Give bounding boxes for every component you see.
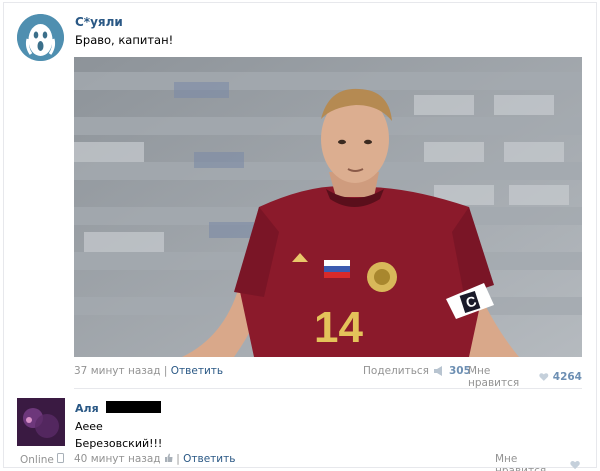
share-label: Поделиться bbox=[363, 365, 429, 377]
post-photo[interactable]: C 14 bbox=[74, 57, 582, 357]
post-reply-button[interactable]: Ответить bbox=[171, 365, 223, 377]
post-author-name[interactable]: С*уяли bbox=[75, 15, 123, 29]
comment-author-avatar[interactable] bbox=[17, 398, 65, 446]
redacted-surname bbox=[106, 401, 161, 413]
like-label: Мне нравится bbox=[468, 365, 520, 389]
comment-text-line-1: Аеее bbox=[75, 420, 103, 433]
jersey-number: 14 bbox=[314, 303, 363, 352]
post-footer: 37 минут назад | Ответить Поделиться 305… bbox=[74, 365, 582, 389]
separator: | bbox=[163, 365, 168, 377]
like-button[interactable]: Мне нравится 4264 bbox=[468, 365, 582, 389]
comment-text-line-2: Березовский!!! bbox=[75, 437, 163, 450]
heart-icon bbox=[570, 461, 580, 470]
like-count: 4264 bbox=[552, 371, 582, 383]
heart-icon bbox=[539, 373, 549, 381]
comment-divider bbox=[74, 388, 582, 389]
comment-like-label: Мне нравится bbox=[495, 453, 547, 471]
post-author-avatar[interactable] bbox=[17, 14, 64, 61]
post-time[interactable]: 37 минут назад bbox=[74, 365, 161, 377]
comment-reply-button[interactable]: Ответить bbox=[183, 453, 235, 465]
separator: | bbox=[176, 453, 180, 465]
thumb-icon bbox=[164, 453, 173, 462]
phone-icon bbox=[57, 453, 65, 463]
comment-like-button[interactable]: Мне нравится bbox=[495, 453, 580, 471]
share-button[interactable]: Поделиться 305 bbox=[363, 365, 471, 377]
comment-time[interactable]: 40 минут назад bbox=[74, 453, 161, 465]
comment-author-name[interactable]: Аля bbox=[75, 402, 99, 415]
online-status: Online bbox=[20, 454, 54, 466]
megaphone-icon bbox=[433, 366, 442, 376]
post-text: Браво, капитан! bbox=[75, 33, 174, 47]
